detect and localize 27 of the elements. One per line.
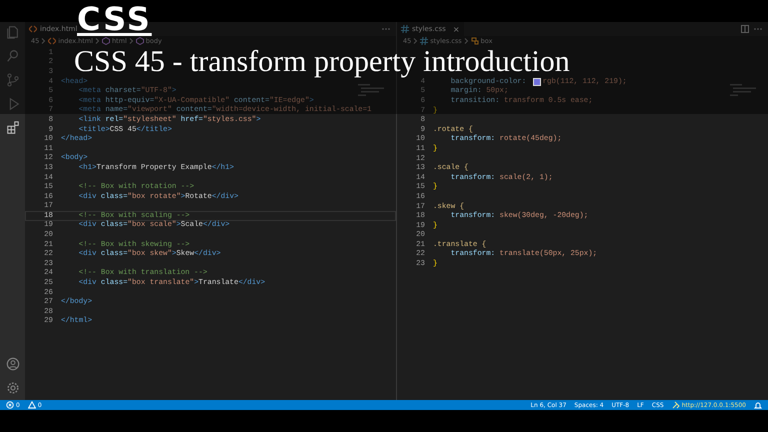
code-icon — [48, 37, 56, 45]
account-icon[interactable] — [6, 357, 20, 371]
hash-icon — [401, 25, 409, 33]
video-title: CSS 45 - transform property introduction — [74, 47, 570, 76]
minimap-drawing — [358, 84, 384, 96]
files-icon[interactable] — [6, 25, 20, 39]
hash-icon — [420, 37, 428, 45]
bell-icon[interactable] — [754, 401, 762, 409]
code-icon — [29, 25, 37, 33]
split-editor-icon[interactable] — [741, 25, 749, 33]
chevron-icon — [464, 38, 469, 44]
error-icon[interactable] — [6, 401, 14, 409]
class-icon — [470, 37, 479, 45]
close-icon[interactable]: × — [452, 24, 460, 34]
settings-icon[interactable] — [6, 381, 20, 395]
cube-icon — [136, 37, 144, 45]
search-icon[interactable] — [6, 49, 20, 63]
extensions-icon[interactable] — [6, 121, 20, 135]
branch-icon[interactable] — [6, 73, 20, 87]
minimap-drawing — [730, 84, 756, 96]
chevron-icon — [128, 38, 134, 44]
chevron-icon — [94, 38, 100, 44]
warning-icon[interactable] — [28, 401, 36, 409]
plug-icon[interactable] — [672, 401, 680, 409]
cube-icon — [102, 37, 110, 45]
chevron-icon — [41, 38, 46, 44]
chevron-icon — [413, 38, 418, 44]
